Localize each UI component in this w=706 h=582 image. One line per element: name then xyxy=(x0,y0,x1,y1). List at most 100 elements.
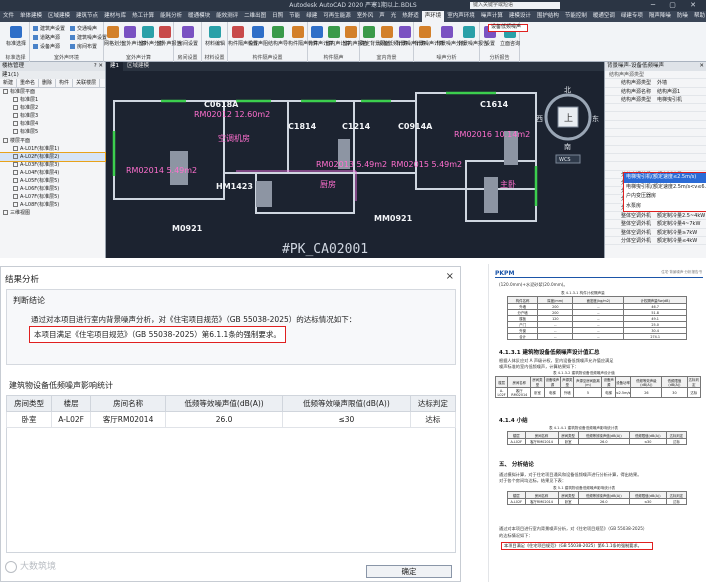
tree-item[interactable]: 标准层4 xyxy=(0,120,105,128)
property-row[interactable] xyxy=(605,154,706,163)
property-row[interactable] xyxy=(605,121,706,130)
ribbon-button[interactable]: 室外声计算 xyxy=(122,26,147,47)
drawing-area[interactable]: 建1 区域建模 C0618A C1614 C1814 C1214 C0914A … xyxy=(106,62,604,258)
ok-button[interactable]: 确定 xyxy=(366,565,452,578)
close-icon[interactable]: ? ✕ xyxy=(94,62,103,71)
building-selector[interactable]: 建1(1) xyxy=(0,71,105,79)
ribbon-small-button[interactable]: 交通噪声 xyxy=(70,25,97,32)
drawing-tab[interactable]: 建1 xyxy=(106,62,123,71)
property-row[interactable]: 整体空调外机 额定制冷量4~7kW xyxy=(605,220,706,229)
tree-item[interactable]: A-L05F(标准层5) xyxy=(0,177,105,185)
menu-item[interactable]: 建材与库 xyxy=(101,11,129,22)
tree-item[interactable]: 标准层2 xyxy=(0,104,105,112)
menu-item[interactable]: 能效测评 xyxy=(213,11,241,22)
expand-icon[interactable] xyxy=(3,89,8,94)
menu-item[interactable]: 节能 xyxy=(286,11,303,22)
property-row[interactable] xyxy=(605,162,706,171)
property-row[interactable]: 结构声源名称 结构声源1 xyxy=(605,88,706,96)
ribbon-button[interactable]: 材料编辑 xyxy=(202,26,228,47)
panel-tab[interactable]: 关联楼层 xyxy=(73,79,101,87)
menu-item[interactable]: 帮助 xyxy=(691,11,706,22)
expand-icon[interactable] xyxy=(3,210,8,216)
ribbon-small-button[interactable]: 建筑噪声设置 xyxy=(70,34,107,41)
menu-item[interactable]: 日照 xyxy=(269,11,286,22)
panel-tab[interactable]: 重命名 xyxy=(17,79,40,87)
ribbon-button[interactable]: 结构声导 xyxy=(268,26,288,47)
menu-item[interactable]: 绿建 xyxy=(303,11,320,22)
drawing-tab[interactable]: 区域建模 xyxy=(123,62,153,71)
menu-item[interactable]: 室外风 xyxy=(354,11,377,22)
tree-item[interactable]: 楼层平面 xyxy=(0,137,105,145)
panel-tab[interactable]: 构件 xyxy=(56,79,74,87)
tree-item[interactable]: 标准层1 xyxy=(0,96,105,104)
menu-item[interactable]: 二维出图 xyxy=(241,11,269,22)
view-cube[interactable]: 上 北 南 东 西 WCS xyxy=(536,86,599,164)
property-row[interactable]: 结构声源类型 外墙 xyxy=(605,79,706,88)
ribbon-small-button[interactable]: 设备声源 xyxy=(33,43,60,50)
source-type-dropdown[interactable]: 电梯曳引机(额定速度≤2.5m/s)电梯曳引机(额定速度2.5m/s<v≤6.0… xyxy=(623,172,706,212)
ribbon-button[interactable]: 标准选择 xyxy=(2,26,30,47)
menu-item[interactable]: 声 xyxy=(376,11,388,22)
menu-item[interactable]: 噪声计算 xyxy=(478,11,506,22)
panel-tab[interactable]: 删除 xyxy=(39,79,57,87)
ribbon-button[interactable]: 房间设置 xyxy=(174,26,202,47)
ribbon-button[interactable]: 背景噪声报告 xyxy=(458,26,488,47)
tree-item[interactable]: A-L02F(标准层2) xyxy=(0,151,106,162)
menu-item[interactable]: 绿建专项 xyxy=(618,11,646,22)
ribbon-small-button[interactable]: 道路声源 xyxy=(33,34,60,41)
menu-item[interactable]: 单体建模 xyxy=(17,11,45,22)
view-cube-top[interactable]: 上 xyxy=(564,113,573,124)
property-row[interactable]: 分体空调外机 额定制冷量≤4kW xyxy=(605,237,706,246)
tree-item[interactable]: 标准层5 xyxy=(0,128,105,136)
expand-icon[interactable] xyxy=(3,137,8,143)
property-row[interactable]: 结构声声源类型 xyxy=(605,71,706,80)
menu-item[interactable]: 建模设计 xyxy=(506,11,534,22)
tree-item[interactable]: A-L07F(标准层5) xyxy=(0,193,105,201)
property-row[interactable]: 整体空调外机 额定制冷量≥7kW xyxy=(605,229,706,237)
ribbon-button[interactable]: 确定背景限值 xyxy=(360,26,390,47)
ribbon-button[interactable]: 背景噪声分析 xyxy=(436,26,466,47)
menu-item[interactable]: 建筑节点 xyxy=(73,11,101,22)
ribbon-button[interactable]: 室内声计算 xyxy=(325,26,350,47)
menu-item[interactable]: 节能控制 xyxy=(562,11,590,22)
menu-item[interactable]: 热工计算 xyxy=(129,11,157,22)
property-row[interactable] xyxy=(605,129,706,138)
ribbon-small-button[interactable]: 建筑声设置 xyxy=(33,25,65,32)
ribbon-button[interactable]: 设备低频计算 xyxy=(378,26,408,47)
close-icon[interactable]: × xyxy=(446,271,454,282)
dropdown-option[interactable]: 户内变压器房 xyxy=(624,192,706,202)
menu-item[interactable]: 暖通模块 xyxy=(185,11,213,22)
ribbon-button[interactable]: 构件声阻 xyxy=(248,26,268,47)
ribbon-button[interactable]: 构件隔声设置 xyxy=(228,26,258,47)
dropdown-option[interactable]: 电梯曳引机(额定速度2.5m/s<v≤6.0m/s) xyxy=(624,183,706,193)
menu-item[interactable]: 声环境 xyxy=(421,11,445,22)
search-input[interactable]: 键入关键字或短语 xyxy=(470,2,560,9)
property-row[interactable] xyxy=(605,104,706,113)
ribbon-button[interactable]: 构件隔声计算 xyxy=(288,26,318,47)
ribbon-button[interactable]: 室外声报告 xyxy=(157,26,182,47)
ribbon-button[interactable]: 网格划分 xyxy=(104,26,124,47)
ribbon-button[interactable]: 背景噪声计算 xyxy=(396,26,426,47)
menu-item[interactable]: 围护结构 xyxy=(534,11,562,22)
ribbon-button[interactable]: 室内声报告 xyxy=(343,26,368,47)
panel-tab[interactable]: 新建 xyxy=(0,79,18,87)
tree-item[interactable]: A-L03F(标准层3) xyxy=(0,161,105,169)
tree-item[interactable]: 标准层平面 xyxy=(0,88,105,96)
table-row[interactable]: 卧室 A-L02F 客厅RM02014 26.0 ≤30 达标 xyxy=(5,411,457,428)
property-row[interactable] xyxy=(605,146,706,154)
close-icon[interactable]: ✕ xyxy=(699,62,704,71)
tree-item[interactable]: A-L06F(标准层5) xyxy=(0,185,105,193)
ribbon-button[interactable]: 室外声分析 xyxy=(139,26,164,47)
tree-item[interactable]: 标准层3 xyxy=(0,112,105,120)
ribbon-button[interactable]: 背景噪声计算 xyxy=(414,26,444,47)
ribbon-small-button[interactable]: 房间布置 xyxy=(70,43,97,50)
property-row[interactable] xyxy=(605,137,706,146)
menu-item[interactable]: 热舒适 xyxy=(399,11,422,22)
menu-item[interactable]: 室内声环境 xyxy=(444,11,478,22)
property-row[interactable]: 结构声源类型 电梯曳引机 xyxy=(605,96,706,105)
menu-item[interactable]: 文件 xyxy=(0,11,17,22)
floor-plan-canvas[interactable]: C0618A C1614 C1814 C1214 C0914A M0921 HM… xyxy=(106,71,604,258)
property-row[interactable]: 整体空调外机 额定制冷量2.5~4kW xyxy=(605,212,706,221)
menu-item[interactable]: 能耗分析 xyxy=(157,11,185,22)
tree-item[interactable]: A-L08F(标准层5) xyxy=(0,201,105,209)
